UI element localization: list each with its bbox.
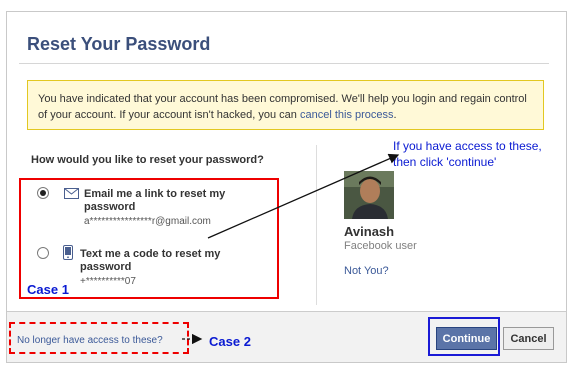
continue-hint-arrow	[207, 153, 400, 239]
annotation-arrows	[182, 153, 400, 345]
